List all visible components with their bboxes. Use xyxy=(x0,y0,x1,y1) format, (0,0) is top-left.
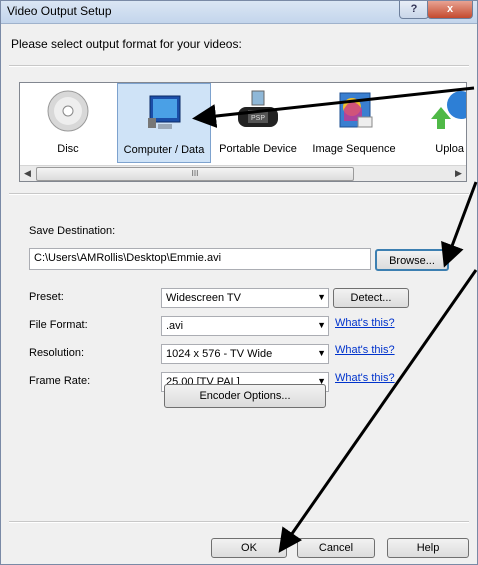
annotation-arrow xyxy=(278,269,478,553)
annotation-overlay xyxy=(192,86,478,553)
annotation-arrow xyxy=(192,86,475,128)
annotation-arrow xyxy=(441,181,478,268)
